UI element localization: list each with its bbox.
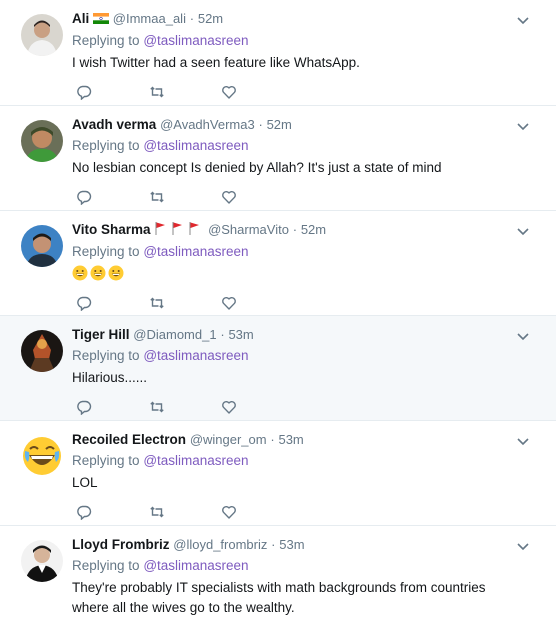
- mention-link[interactable]: @taslimanasreen: [143, 558, 248, 573]
- replying-to: Replying to @taslimanasreen: [72, 242, 556, 262]
- india-flag-icon: [93, 11, 110, 29]
- heart-icon[interactable]: [219, 82, 239, 102]
- chevron-down-icon[interactable]: [516, 540, 530, 554]
- mention-link[interactable]: @taslimanasreen: [143, 33, 248, 48]
- tweet-actions: [72, 497, 556, 527]
- grinning-emoji-icon: [108, 265, 124, 281]
- heart-icon[interactable]: [219, 397, 239, 417]
- user-handle[interactable]: @Immaa_ali: [113, 11, 186, 26]
- mention-link[interactable]: @taslimanasreen: [143, 348, 248, 363]
- grinning-emoji-icon: [72, 265, 88, 281]
- replying-to-label: Replying to: [72, 348, 140, 363]
- retweet-icon[interactable]: [147, 397, 167, 417]
- timestamp[interactable]: 52m: [198, 11, 223, 26]
- avatar[interactable]: [21, 435, 63, 477]
- tweet-actions: [72, 288, 556, 318]
- tweet-text: No lesbian concept Is denied by Allah? I…: [72, 160, 442, 175]
- display-name[interactable]: Lloyd Frombriz: [72, 537, 170, 552]
- display-name[interactable]: Recoiled Electron: [72, 432, 186, 447]
- user-handle[interactable]: @SharmaVito: [208, 222, 289, 237]
- replying-to-label: Replying to: [72, 33, 140, 48]
- separator-dot: ·: [189, 11, 195, 26]
- separator-dot: ·: [220, 327, 225, 342]
- reply-feed: Ali @Immaa_ali · 52m Replying to @taslim…: [0, 0, 556, 619]
- tweet-text: Hilarious......: [72, 370, 148, 385]
- user-handle[interactable]: @AvadhVerma3: [160, 117, 255, 132]
- timestamp[interactable]: 53m: [228, 327, 253, 342]
- display-name[interactable]: Avadh verma: [72, 117, 156, 132]
- reply-icon[interactable]: [74, 397, 94, 417]
- retweet-icon[interactable]: [147, 502, 167, 522]
- tweet-text: I wish Twitter had a seen feature like W…: [72, 55, 360, 70]
- replying-to: Replying to @taslimanasreen: [72, 451, 556, 471]
- replying-to-label: Replying to: [72, 453, 140, 468]
- chevron-down-icon[interactable]: [516, 435, 530, 449]
- retweet-icon[interactable]: [147, 293, 167, 313]
- mention-link[interactable]: @taslimanasreen: [143, 453, 248, 468]
- tweet-actions: [72, 392, 556, 422]
- heart-icon[interactable]: [219, 187, 239, 207]
- heart-icon[interactable]: [219, 293, 239, 313]
- replying-to: Replying to @taslimanasreen: [72, 31, 556, 51]
- timestamp[interactable]: 52m: [267, 117, 292, 132]
- separator-dot: ·: [258, 117, 263, 132]
- replying-to-label: Replying to: [72, 558, 140, 573]
- tweet[interactable]: Ali @Immaa_ali · 52m Replying to @taslim…: [0, 0, 556, 106]
- tweet[interactable]: Vito Sharma @SharmaVito · 52m Replying t…: [0, 211, 556, 316]
- retweet-icon[interactable]: [147, 187, 167, 207]
- display-name[interactable]: Tiger Hill: [72, 327, 130, 342]
- user-handle[interactable]: @winger_om: [190, 432, 267, 447]
- reply-icon[interactable]: [74, 187, 94, 207]
- tweet-text: LOL: [72, 475, 98, 490]
- avatar[interactable]: [21, 120, 63, 162]
- mention-link[interactable]: @taslimanasreen: [143, 138, 248, 153]
- tweet-text: They're probably IT specialists with mat…: [72, 580, 486, 615]
- heart-icon[interactable]: [219, 502, 239, 522]
- reply-icon[interactable]: [74, 293, 94, 313]
- tweet[interactable]: Avadh verma @AvadhVerma3 · 52m Replying …: [0, 106, 556, 211]
- separator-dot: ·: [270, 432, 275, 447]
- replying-to-label: Replying to: [72, 138, 140, 153]
- avatar[interactable]: [21, 14, 63, 56]
- separator-dot: ·: [292, 222, 298, 237]
- red-flag-icon: [154, 221, 204, 240]
- avatar[interactable]: [21, 540, 63, 582]
- user-handle[interactable]: @lloyd_frombriz: [173, 537, 267, 552]
- replying-to: Replying to @taslimanasreen: [72, 346, 556, 366]
- reply-icon[interactable]: [74, 502, 94, 522]
- chevron-down-icon[interactable]: [516, 14, 530, 28]
- separator-dot: ·: [271, 537, 276, 552]
- tweet-text: [72, 264, 556, 284]
- display-name[interactable]: Ali: [72, 11, 89, 26]
- tweet[interactable]: Tiger Hill @Diamomd_1 · 53m Replying to …: [0, 316, 556, 421]
- retweet-icon[interactable]: [147, 82, 167, 102]
- tweet-actions: [72, 77, 556, 107]
- tweet[interactable]: Recoiled Electron @winger_om · 53m Reply…: [0, 421, 556, 526]
- avatar[interactable]: [21, 330, 63, 372]
- chevron-down-icon[interactable]: [516, 225, 530, 239]
- mention-link[interactable]: @taslimanasreen: [143, 244, 248, 259]
- reply-icon[interactable]: [74, 82, 94, 102]
- replying-to: Replying to @taslimanasreen: [72, 136, 556, 156]
- user-handle[interactable]: @Diamomd_1: [133, 327, 216, 342]
- timestamp[interactable]: 53m: [278, 432, 303, 447]
- chevron-down-icon[interactable]: [516, 330, 530, 344]
- tweet[interactable]: Lloyd Frombriz @lloyd_frombriz · 53m Rep…: [0, 526, 556, 619]
- replying-to: Replying to @taslimanasreen: [72, 556, 556, 576]
- grinning-emoji-icon: [90, 265, 106, 281]
- display-name[interactable]: Vito Sharma: [72, 222, 151, 237]
- avatar[interactable]: [21, 225, 63, 267]
- timestamp[interactable]: 53m: [279, 537, 304, 552]
- replying-to-label: Replying to: [72, 244, 140, 259]
- tweet-actions: [72, 182, 556, 212]
- chevron-down-icon[interactable]: [516, 120, 530, 134]
- timestamp[interactable]: 52m: [301, 222, 326, 237]
